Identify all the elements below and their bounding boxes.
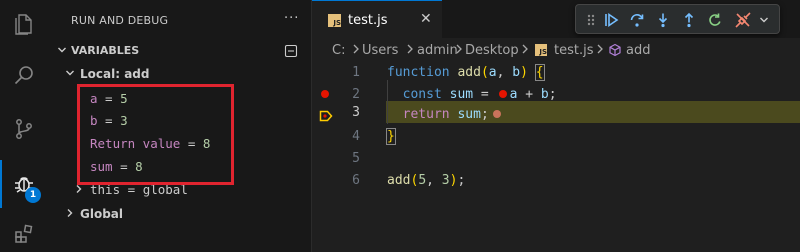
tab-label: test.js <box>348 13 388 28</box>
breadcrumb-item[interactable]: test.js <box>554 43 593 58</box>
continue-icon[interactable] <box>602 11 620 29</box>
code-token: ) <box>520 65 528 80</box>
source-control-icon[interactable] <box>0 105 48 153</box>
line-number: 2 <box>352 87 360 102</box>
close-icon[interactable]: ✕ <box>420 11 432 27</box>
sidebar-title: RUN AND DEBUG <box>71 14 169 27</box>
debug-toolbar <box>575 4 780 34</box>
code-token: } <box>386 128 396 145</box>
dropdown-chevron-icon[interactable] <box>757 11 771 29</box>
scope-global-label: Global <box>80 207 124 221</box>
breadcrumb-item[interactable]: Users <box>362 43 398 58</box>
code-token: 3 <box>441 173 450 188</box>
tab-test-js[interactable]: JS test.js ✕ <box>312 0 442 38</box>
code-token: return <box>402 107 450 122</box>
code-token: ; <box>548 87 557 102</box>
scope-local[interactable]: Local: add <box>48 63 312 85</box>
code-line: const sum = a + b; <box>387 87 557 102</box>
breadcrumb-item[interactable]: add <box>626 43 650 58</box>
explorer-icon[interactable] <box>0 0 48 48</box>
code-token: , <box>426 173 442 188</box>
search-icon[interactable] <box>0 51 48 99</box>
code-token: b <box>512 65 521 80</box>
code-token: = <box>473 87 497 102</box>
line-number: 4 <box>352 129 360 144</box>
code-token: 5 <box>418 173 427 188</box>
code-token: a <box>488 65 497 80</box>
line-number: 1 <box>352 65 360 80</box>
drag-grip-icon[interactable] <box>582 11 600 29</box>
scope-local-label: Local: add <box>80 67 150 81</box>
code-token: + <box>517 87 541 102</box>
line-number: 5 <box>352 151 360 166</box>
code-line: return sum; <box>387 107 501 122</box>
chevron-right-icon <box>455 43 463 58</box>
current-execution-arrow-icon <box>319 107 333 126</box>
code-token: ; <box>480 107 489 122</box>
debug-badge: 1 <box>25 187 41 203</box>
more-actions-icon[interactable]: ··· <box>284 11 299 26</box>
variables-section-header[interactable]: VARIABLES <box>48 40 312 62</box>
code-token: sum <box>449 87 474 102</box>
code-line: } <box>386 128 396 145</box>
run-debug-icon[interactable]: 1 <box>0 160 48 208</box>
code-token: , <box>496 65 513 80</box>
code-token: { <box>534 64 545 81</box>
breakpoint-icon[interactable] <box>321 90 329 98</box>
inline-breakpoint-icon[interactable] <box>498 89 507 98</box>
step-over-icon[interactable] <box>628 11 646 29</box>
breadcrumb-item[interactable]: Desktop <box>465 43 519 58</box>
inline-breakpoint-icon[interactable] <box>492 109 501 118</box>
chevron-down-icon <box>57 45 67 58</box>
line-number: 3 <box>352 105 360 120</box>
method-cube-icon <box>608 43 622 61</box>
scope-global[interactable]: Global <box>48 203 312 225</box>
breadcrumb-item[interactable]: C: <box>332 43 345 58</box>
code-token: ( <box>480 65 489 80</box>
code-line: add(5, 3); <box>387 173 465 188</box>
chevron-right-icon <box>406 43 414 58</box>
chevron-right-icon <box>74 184 84 197</box>
chevron-right-icon <box>65 208 75 221</box>
chevron-right-icon <box>596 43 604 58</box>
breadcrumb-item[interactable]: admin <box>417 43 458 58</box>
code-token: add <box>387 173 411 188</box>
code-token: function <box>387 65 450 80</box>
code-editor[interactable]: 1 2 3 4 5 6 function add(a, b) { const s… <box>312 62 800 252</box>
disconnect-icon[interactable] <box>734 11 752 29</box>
activity-bar: 1 <box>0 0 48 252</box>
extensions-icon[interactable] <box>0 210 48 252</box>
annotation-highlight-box <box>77 84 234 185</box>
code-line: function add(a, b) { <box>387 64 545 81</box>
breadcrumb: C: Users admin Desktop JS test.js add <box>312 38 800 62</box>
js-file-icon: JS <box>328 14 341 27</box>
chevron-right-icon <box>352 43 360 58</box>
code-token: const <box>402 87 442 102</box>
chevron-right-icon <box>521 43 529 58</box>
variables-section-label: VARIABLES <box>71 44 140 57</box>
code-token: b <box>540 87 549 102</box>
js-file-icon: JS <box>535 44 547 56</box>
code-token: add <box>457 65 481 80</box>
code-token: sum <box>457 107 481 122</box>
chevron-down-icon <box>65 68 75 81</box>
restart-icon[interactable] <box>706 11 724 29</box>
code-token: ; <box>457 173 466 188</box>
line-number: 6 <box>352 173 360 188</box>
step-into-icon[interactable] <box>654 11 672 29</box>
collapse-all-icon[interactable] <box>284 43 298 62</box>
step-out-icon[interactable] <box>680 11 698 29</box>
